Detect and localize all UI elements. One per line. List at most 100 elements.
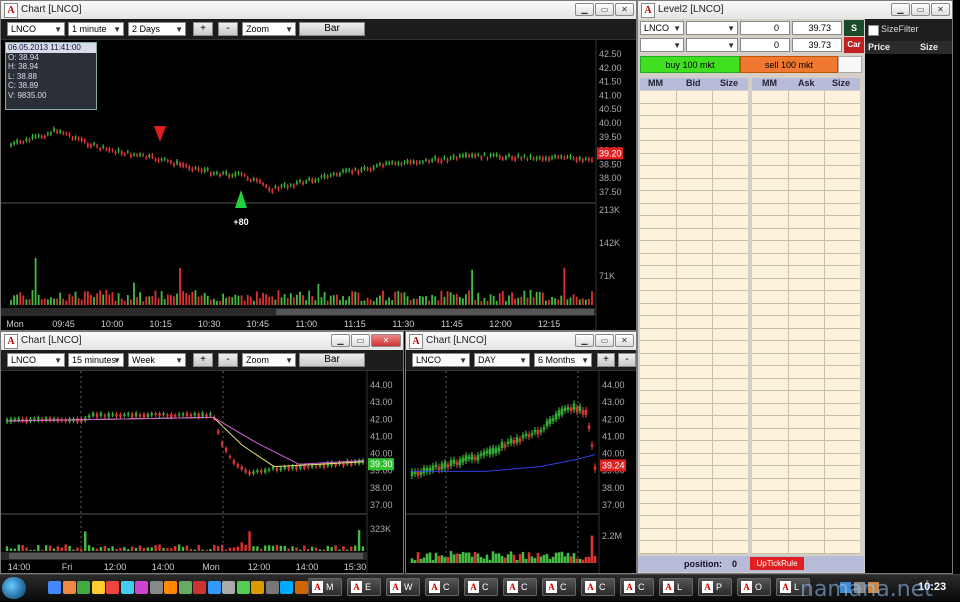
zoom-select[interactable]: Zoom ▼: [242, 22, 296, 36]
quantity-input-2[interactable]: 0: [740, 38, 790, 52]
book-row[interactable]: [752, 441, 860, 454]
maximize-button[interactable]: ▭: [595, 3, 614, 16]
book-row[interactable]: [640, 504, 748, 516]
book-row[interactable]: [640, 291, 748, 304]
book-row[interactable]: [640, 404, 748, 416]
quick-launch-icon[interactable]: [251, 581, 264, 594]
taskbar-button[interactable]: AC: [581, 578, 615, 596]
quick-launch-icon[interactable]: [294, 581, 308, 594]
book-row[interactable]: [752, 91, 860, 104]
taskbar-button[interactable]: AC: [542, 578, 576, 596]
route-select-2[interactable]: ▼: [686, 38, 738, 52]
book-row[interactable]: [752, 304, 860, 316]
book-row[interactable]: [752, 316, 860, 329]
book-row[interactable]: [752, 429, 860, 441]
book-row[interactable]: [640, 204, 748, 216]
book-row[interactable]: [640, 191, 748, 204]
quick-launch-icon[interactable]: [120, 581, 134, 594]
symbol-select[interactable]: LNCO ▼: [640, 21, 684, 35]
quick-launch-icon[interactable]: [178, 581, 192, 594]
book-row[interactable]: [640, 516, 748, 529]
book-row[interactable]: [752, 116, 860, 129]
book-row[interactable]: [640, 541, 748, 554]
taskbar-button[interactable]: AC: [425, 578, 459, 596]
taskbar-button[interactable]: AC: [464, 578, 498, 596]
minimize-button[interactable]: ▁: [575, 334, 594, 347]
book-row[interactable]: [752, 454, 860, 466]
quick-launch-icon[interactable]: [193, 581, 206, 594]
book-row[interactable]: [640, 91, 748, 104]
book-row[interactable]: [640, 416, 748, 429]
minimize-button[interactable]: ▁: [891, 3, 910, 16]
book-row[interactable]: [640, 491, 748, 504]
book-row[interactable]: [752, 204, 860, 216]
taskbar-button[interactable]: AE: [347, 578, 381, 596]
taskbar-button[interactable]: AO: [737, 578, 771, 596]
range-select[interactable]: 2 Days ▼: [128, 22, 186, 36]
taskbar-button[interactable]: AM: [308, 578, 342, 596]
book-row[interactable]: [640, 366, 748, 379]
quick-launch-icon[interactable]: [62, 581, 76, 594]
quantity-input-1[interactable]: 0: [740, 21, 790, 35]
book-row[interactable]: [640, 166, 748, 179]
send-button[interactable]: S: [844, 20, 864, 36]
interval-select[interactable]: 15 minutes ▼: [68, 353, 124, 367]
book-row[interactable]: [752, 379, 860, 391]
symbol-select[interactable]: LNCO ▼: [7, 22, 65, 36]
book-row[interactable]: [640, 229, 748, 241]
book-row[interactable]: [752, 516, 860, 529]
close-button[interactable]: ✕: [371, 334, 401, 347]
quick-launch-icon[interactable]: [135, 581, 148, 594]
book-row[interactable]: [640, 466, 748, 479]
quick-launch-icon[interactable]: [207, 581, 221, 594]
book-row[interactable]: [752, 504, 860, 516]
book-row[interactable]: [640, 479, 748, 491]
zoom-select[interactable]: Zoom ▼: [242, 353, 296, 367]
book-row[interactable]: [752, 366, 860, 379]
maximize-button[interactable]: ▭: [911, 3, 930, 16]
taskbar-button[interactable]: AC: [503, 578, 537, 596]
quick-launch-icon[interactable]: [48, 581, 61, 594]
book-row[interactable]: [640, 354, 748, 366]
uptick-rule-badge[interactable]: UpTickRule: [750, 557, 804, 570]
book-row[interactable]: [640, 391, 748, 404]
side-select[interactable]: ▼: [640, 38, 684, 52]
zoom-in-button[interactable]: +: [597, 353, 615, 367]
book-row[interactable]: [752, 104, 860, 116]
book-row[interactable]: [752, 166, 860, 179]
book-row[interactable]: [752, 141, 860, 154]
book-row[interactable]: [752, 266, 860, 279]
quick-launch-icon[interactable]: [106, 581, 119, 594]
book-row[interactable]: [640, 441, 748, 454]
quick-launch-icon[interactable]: [265, 581, 279, 594]
minimize-button[interactable]: ▁: [575, 3, 594, 16]
minimize-button[interactable]: ▁: [331, 334, 350, 347]
book-row[interactable]: [752, 229, 860, 241]
taskbar-button[interactable]: AP: [698, 578, 732, 596]
price-plot[interactable]: 44.0043.0042.0041.0040.0039.0038.0037.00…: [1, 371, 403, 573]
quick-launch-icon[interactable]: [149, 581, 163, 594]
taskbar-button[interactable]: AL: [659, 578, 693, 596]
book-row[interactable]: [640, 429, 748, 441]
zoom-out-button[interactable]: -: [218, 22, 238, 36]
maximize-button[interactable]: ▭: [351, 334, 370, 347]
buy-button[interactable]: buy 100 mkt: [640, 56, 740, 73]
book-row[interactable]: [640, 279, 748, 291]
book-row[interactable]: [640, 141, 748, 154]
sell-button[interactable]: sell 100 mkt: [740, 56, 838, 73]
close-button[interactable]: ✕: [615, 3, 634, 16]
range-select[interactable]: Week ▼: [128, 353, 186, 367]
bid-table[interactable]: [640, 91, 748, 554]
bar-button[interactable]: Bar: [299, 22, 365, 36]
price-input-1[interactable]: 39.73: [792, 21, 842, 35]
book-row[interactable]: [640, 266, 748, 279]
book-row[interactable]: [640, 254, 748, 266]
book-row[interactable]: [752, 291, 860, 304]
maximize-button[interactable]: ▭: [595, 334, 614, 347]
range-select[interactable]: 6 Months ▼: [534, 353, 592, 367]
book-row[interactable]: [640, 329, 748, 341]
quick-launch-icon[interactable]: [280, 581, 293, 594]
book-row[interactable]: [752, 491, 860, 504]
book-row[interactable]: [640, 529, 748, 541]
sizefilter-checkbox[interactable]: [868, 25, 879, 36]
